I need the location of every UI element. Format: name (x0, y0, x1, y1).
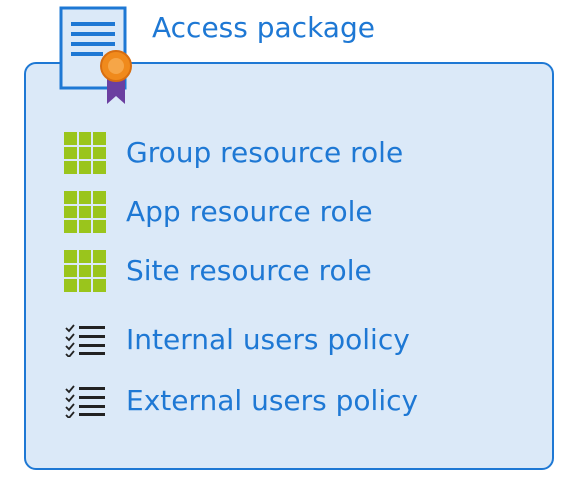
item-label: Group resource role (126, 136, 404, 169)
checklist-icon (62, 319, 108, 361)
item-label: Site resource role (126, 254, 372, 287)
resource-grid-icon (62, 250, 108, 292)
item-label: Internal users policy (126, 323, 410, 356)
item-label: External users policy (126, 384, 419, 417)
item-app-resource-role: App resource role (62, 190, 373, 234)
item-label: App resource role (126, 195, 373, 228)
package-title: Access package (152, 11, 375, 44)
resource-grid-icon (62, 191, 108, 233)
item-group-resource-role: Group resource role (62, 131, 403, 175)
item-site-resource-role: Site resource role (62, 249, 372, 293)
item-external-users-policy: External users policy (62, 379, 418, 423)
certificate-icon (59, 6, 132, 104)
checklist-icon (62, 380, 108, 422)
item-internal-users-policy: Internal users policy (62, 318, 410, 362)
resource-grid-icon (62, 132, 108, 174)
